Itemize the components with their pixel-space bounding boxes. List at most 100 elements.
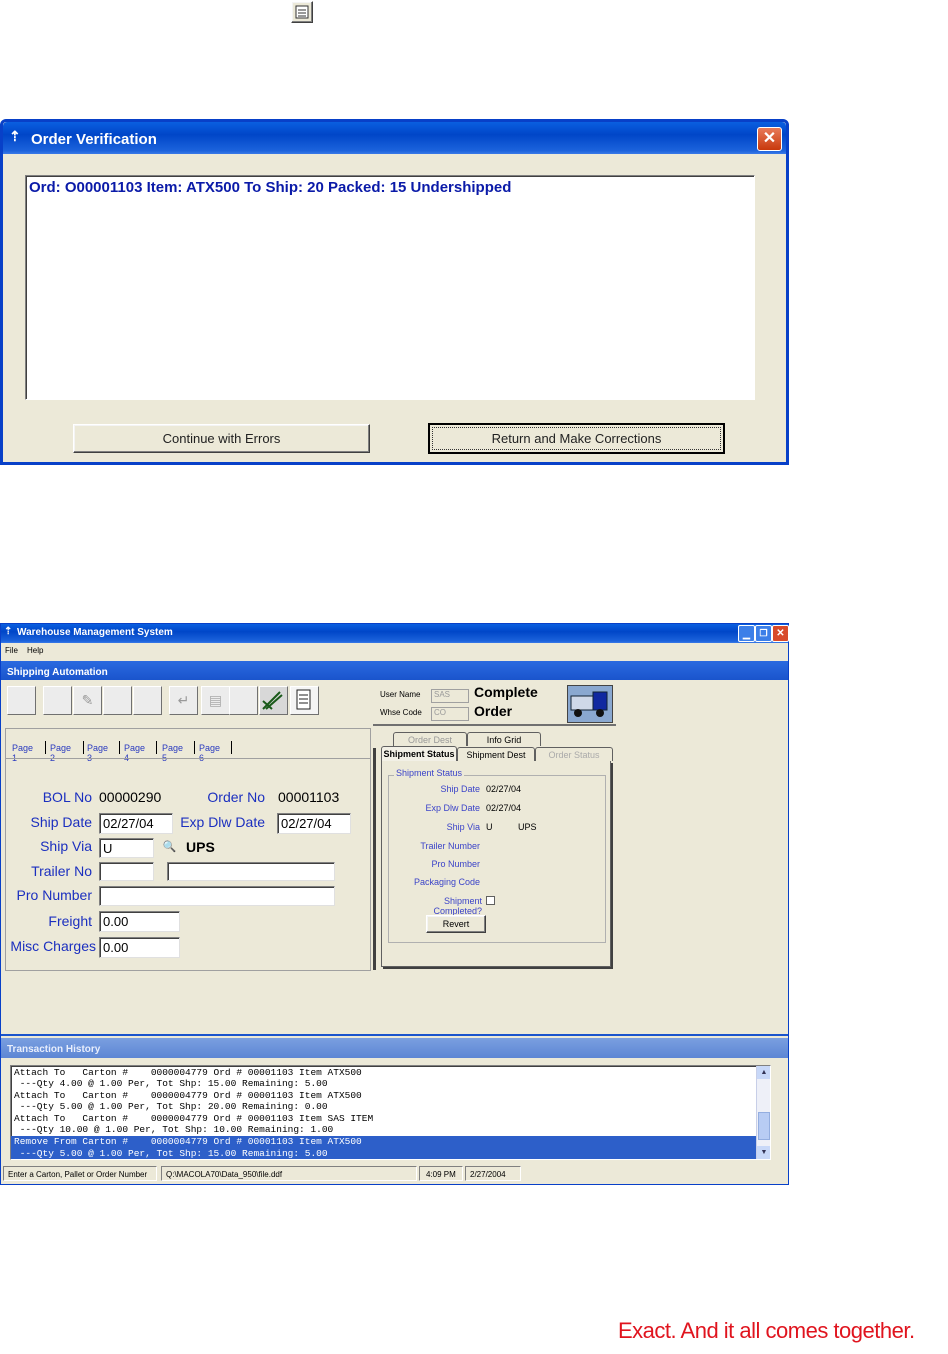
revert-label: Revert: [442, 919, 470, 929]
page-tab-4[interactable]: Page 4: [124, 743, 145, 763]
tab-order-status[interactable]: Order Status: [535, 747, 613, 761]
toolbar-button-5[interactable]: [133, 686, 162, 715]
history-line-4[interactable]: ---Qty 5.00 @ 1.00 Per, Tot Shp: 20.00 R…: [14, 1101, 328, 1113]
menu-file[interactable]: File: [5, 646, 18, 655]
transaction-history-list[interactable]: Attach To Carton # 0000004779 Ord # 0000…: [10, 1065, 771, 1160]
revert-button[interactable]: Revert: [426, 915, 486, 933]
exp-dlw-date-field[interactable]: 02/27/04: [277, 813, 351, 834]
toolbar-button-8[interactable]: [229, 686, 258, 715]
page-tab-5[interactable]: Page 5: [162, 743, 183, 763]
main-app-icon: ⇡: [4, 626, 13, 637]
misc-charges-label: Misc Charges: [10, 938, 96, 954]
dialog-title: Order Verification: [31, 131, 157, 148]
freight-label: Freight: [48, 913, 92, 929]
minimize-button[interactable]: ▁: [738, 625, 755, 642]
history-line-5[interactable]: Attach To Carton # 0000004779 Ord # 0000…: [14, 1113, 373, 1125]
trailer-no-label: Trailer No: [31, 863, 92, 879]
history-title: Transaction History: [7, 1044, 101, 1055]
main-window: ⇡ Warehouse Management System ▁ ❐ ✕ File…: [0, 623, 789, 1185]
close-button[interactable]: ✕: [757, 127, 782, 151]
ship-via-lookup-button[interactable]: 🔍: [161, 839, 178, 856]
history-scrollbar[interactable]: ▲ ▼: [756, 1066, 770, 1159]
trailer-no-extra-field[interactable]: [167, 862, 335, 881]
page-tab-1[interactable]: Page 1: [12, 743, 33, 763]
ship-via-field[interactable]: U: [99, 838, 154, 858]
truck-icon[interactable]: [567, 685, 613, 723]
page-tab-6[interactable]: Page 6: [199, 743, 220, 763]
page-sep-6: [231, 741, 232, 754]
toolbar-button-1[interactable]: [7, 686, 36, 715]
right-panel-left-border: [373, 748, 376, 970]
chevron-down-icon: ▼: [760, 1149, 768, 1156]
toolbar-button-2[interactable]: [43, 686, 72, 715]
bol-no-label: BOL No: [42, 789, 92, 805]
exp-dlw-date-label: Exp Dlw Date: [180, 814, 265, 830]
close-icon: ✕: [762, 130, 777, 147]
history-line-1[interactable]: Attach To Carton # 0000004779 Ord # 0000…: [14, 1067, 362, 1079]
history-line-2[interactable]: ---Qty 4.00 @ 1.00 Per, Tot Shp: 15.00 R…: [14, 1078, 328, 1090]
rt-exp-dlw-date-label: Exp Dlw Date: [425, 803, 480, 813]
status-date: 2/27/2004: [465, 1166, 521, 1181]
page-sep-5: [194, 741, 195, 754]
history-line-7[interactable]: Remove From Carton # 0000004779 Ord # 00…: [14, 1136, 362, 1148]
pro-number-field[interactable]: [99, 886, 335, 906]
scroll-thumb[interactable]: [758, 1112, 770, 1140]
rt-exp-dlw-date-value: 02/27/04: [486, 803, 522, 813]
page-tab-3[interactable]: Page 3: [87, 743, 108, 763]
menu-help[interactable]: Help: [27, 646, 43, 655]
status-prompt: Enter a Carton, Pallet or Order Number: [3, 1166, 157, 1181]
panel-title: Shipping Automation: [7, 667, 108, 678]
main-close-button[interactable]: ✕: [772, 625, 789, 642]
whse-code-label: Whse Code: [380, 708, 422, 717]
rt-trailer-number-label: Trailer Number: [420, 841, 480, 851]
rt-shipment-completed-label: Shipment Completed?: [433, 896, 482, 916]
right-tab-panel: Order Dest Info Grid Shipment Status Shi…: [373, 728, 619, 972]
restore-button[interactable]: ❐: [755, 625, 772, 642]
order-status-line-2: Order: [474, 703, 513, 719]
user-name-label: User Name: [380, 690, 421, 699]
return-label: Return and Make Corrections: [432, 427, 721, 450]
rt-ship-via-name: UPS: [518, 822, 537, 832]
page-tabs-divider: [6, 758, 370, 759]
toolbar-button-3[interactable]: ✎: [73, 686, 102, 715]
ship-date-label: Ship Date: [30, 814, 92, 830]
window-icon[interactable]: [291, 1, 313, 23]
toolbar-button-10[interactable]: [290, 686, 319, 715]
transaction-history-divider: [1, 1034, 788, 1036]
scroll-down-button[interactable]: ▼: [757, 1146, 770, 1159]
list-icon: [295, 5, 309, 19]
main-close-icon: ✕: [776, 628, 785, 639]
continue-label: Continue with Errors: [162, 431, 281, 446]
ship-via-name: UPS: [186, 839, 215, 855]
toolbar-button-4[interactable]: [103, 686, 132, 715]
history-line-3[interactable]: Attach To Carton # 0000004779 Ord # 0000…: [14, 1090, 362, 1102]
tab-shipment-status[interactable]: Shipment Status: [381, 746, 457, 762]
continue-with-errors-button[interactable]: Continue with Errors: [73, 424, 370, 453]
tab-order-dest[interactable]: Order Dest: [393, 732, 467, 746]
history-line-6[interactable]: ---Qty 10.00 @ 1.00 Per, Tot Shp: 10.00 …: [14, 1124, 334, 1136]
history-line-8[interactable]: ---Qty 5.00 @ 1.00 Per, Tot Shp: 15.00 R…: [14, 1148, 328, 1159]
scroll-up-button[interactable]: ▲: [757, 1066, 770, 1079]
shipment-status-group-label: Shipment Status: [394, 768, 465, 778]
toolbar-button-6[interactable]: ↵: [169, 686, 198, 715]
trailer-no-field[interactable]: [99, 862, 154, 881]
shipment-completed-checkbox[interactable]: [486, 896, 495, 905]
rt-ship-date-label: Ship Date: [440, 784, 480, 794]
rt-ship-date-value: 02/27/04: [486, 784, 522, 794]
ship-date-field[interactable]: 02/27/04: [99, 813, 173, 834]
rt-ship-via-code: U: [486, 822, 493, 832]
rt-pro-number-label: Pro Number: [431, 859, 480, 869]
toolbar-button-7[interactable]: ▤: [201, 686, 230, 715]
return-and-make-corrections-button[interactable]: Return and Make Corrections: [428, 423, 725, 454]
user-name-field: SAS: [431, 689, 469, 703]
status-bar: Enter a Carton, Pallet or Order Number Q…: [1, 1165, 788, 1184]
tab-shipment-dest[interactable]: Shipment Dest: [457, 747, 535, 761]
scan-icon: ✎: [81, 692, 94, 708]
misc-charges-field[interactable]: 0.00: [99, 937, 180, 958]
page-tab-2[interactable]: Page 2: [50, 743, 71, 763]
toolbar-button-9[interactable]: [259, 686, 288, 715]
tab-info-grid[interactable]: Info Grid: [467, 732, 541, 746]
page-sep-1: [45, 741, 46, 754]
freight-field[interactable]: 0.00: [99, 911, 180, 932]
minimize-icon: ▁: [743, 629, 750, 639]
